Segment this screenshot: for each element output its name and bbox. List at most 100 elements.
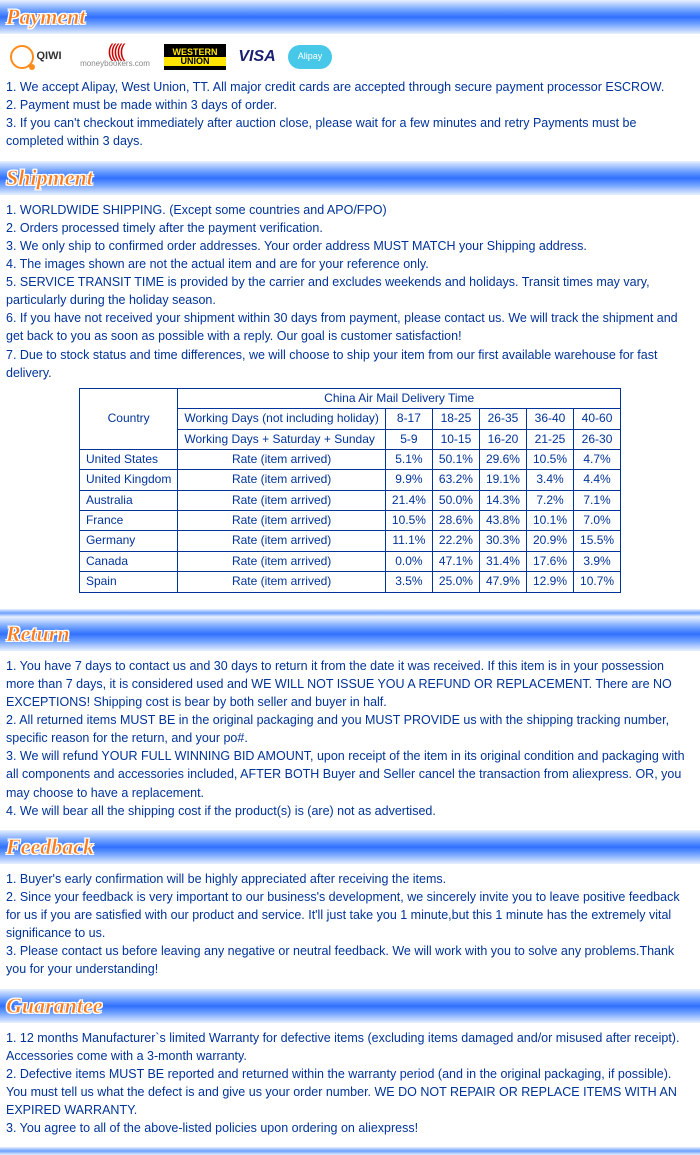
moneybookers-icon: (((((moneybookers.com [74, 44, 156, 70]
qiwi-icon: QIWI [6, 44, 66, 70]
range-cell: 26-35 [479, 409, 526, 429]
return-title: Return [6, 621, 70, 647]
payment-line: 2. Payment must be made within 3 days of… [6, 96, 694, 114]
payment-content: QIWI (((((moneybookers.com WESTERNUNION … [0, 34, 700, 161]
feedback-title: Feedback [6, 834, 94, 860]
alipay-icon: Alipay [288, 45, 332, 69]
payment-header: Payment [0, 0, 700, 34]
rate-cell: 63.2% [432, 470, 479, 490]
rate-label-cell: Rate (item arrived) [178, 490, 386, 510]
return-line: 3. We will refund YOUR FULL WINNING BID … [6, 747, 694, 801]
payment-logos: QIWI (((((moneybookers.com WESTERNUNION … [6, 40, 694, 78]
rate-cell: 22.2% [432, 531, 479, 551]
guarantee-content: 1. 12 months Manufacturer`s limited Warr… [0, 1023, 700, 1148]
range-cell: 8-17 [385, 409, 432, 429]
rate-cell: 4.4% [574, 470, 621, 490]
sat-range-cell: 26-30 [574, 429, 621, 449]
shipment-line: 5. SERVICE TRANSIT TIME is provided by t… [6, 273, 694, 309]
rate-cell: 10.1% [526, 511, 573, 531]
rate-cell: 10.5% [526, 449, 573, 469]
rate-cell: 30.3% [479, 531, 526, 551]
sat-range-cell: 21-25 [526, 429, 573, 449]
guarantee-line: 2. Defective items MUST BE reported and … [6, 1065, 694, 1119]
rate-cell: 28.6% [432, 511, 479, 531]
separator [0, 1147, 700, 1155]
working-days-label: Working Days (not including holiday) [178, 409, 386, 429]
feedback-header: Feedback [0, 830, 700, 864]
visa-icon: VISA [234, 45, 280, 69]
payment-line: 1. We accept Alipay, West Union, TT. All… [6, 78, 694, 96]
return-line: 1. You have 7 days to contact us and 30 … [6, 657, 694, 711]
rate-cell: 43.8% [479, 511, 526, 531]
rate-cell: 50.0% [432, 490, 479, 510]
guarantee-header: Guarantee [0, 989, 700, 1023]
country-cell: Australia [79, 490, 177, 510]
rate-cell: 0.0% [385, 551, 432, 571]
rate-label-cell: Rate (item arrived) [178, 449, 386, 469]
table-row: SpainRate (item arrived)3.5%25.0%47.9%12… [79, 572, 620, 592]
rate-cell: 47.1% [432, 551, 479, 571]
rate-cell: 12.9% [526, 572, 573, 592]
table-row: United KingdomRate (item arrived)9.9%63.… [79, 470, 620, 490]
country-cell: United Kingdom [79, 470, 177, 490]
country-cell: France [79, 511, 177, 531]
table-row: CanadaRate (item arrived)0.0%47.1%31.4%1… [79, 551, 620, 571]
rate-cell: 7.1% [574, 490, 621, 510]
rate-label-cell: Rate (item arrived) [178, 551, 386, 571]
rate-label-cell: Rate (item arrived) [178, 531, 386, 551]
delivery-time-table: CountryChina Air Mail Delivery Time Work… [79, 388, 621, 593]
return-line: 4. We will bear all the shipping cost if… [6, 802, 694, 820]
shipment-line: 1. WORLDWIDE SHIPPING. (Except some coun… [6, 201, 694, 219]
rate-cell: 21.4% [385, 490, 432, 510]
table-row: FranceRate (item arrived)10.5%28.6%43.8%… [79, 511, 620, 531]
working-sat-label: Working Days + Saturday + Sunday [178, 429, 386, 449]
country-header: Country [79, 388, 177, 449]
guarantee-line: 1. 12 months Manufacturer`s limited Warr… [6, 1029, 694, 1065]
rate-cell: 3.4% [526, 470, 573, 490]
shipment-line: 2. Orders processed timely after the pay… [6, 219, 694, 237]
country-cell: Spain [79, 572, 177, 592]
payment-title: Payment [6, 4, 85, 30]
feedback-content: 1. Buyer's early confirmation will be hi… [0, 864, 700, 989]
shipment-line: 3. We only ship to confirmed order addre… [6, 237, 694, 255]
table-row: AustraliaRate (item arrived)21.4%50.0%14… [79, 490, 620, 510]
rate-cell: 7.2% [526, 490, 573, 510]
rate-cell: 47.9% [479, 572, 526, 592]
table-row: GermanyRate (item arrived)11.1%22.2%30.3… [79, 531, 620, 551]
range-cell: 40-60 [574, 409, 621, 429]
sat-range-cell: 10-15 [432, 429, 479, 449]
payment-line: 3. If you can't checkout immediately aft… [6, 114, 694, 150]
shipment-line: 7. Due to stock status and time differen… [6, 346, 694, 382]
rate-cell: 20.9% [526, 531, 573, 551]
shipment-content: 1. WORLDWIDE SHIPPING. (Except some coun… [0, 195, 700, 609]
shipment-line: 4. The images shown are not the actual i… [6, 255, 694, 273]
guarantee-title: Guarantee [6, 993, 103, 1019]
rate-cell: 14.3% [479, 490, 526, 510]
sat-range-cell: 5-9 [385, 429, 432, 449]
guarantee-line: 3. You agree to all of the above-listed … [6, 1119, 694, 1137]
rate-cell: 25.0% [432, 572, 479, 592]
rate-cell: 4.7% [574, 449, 621, 469]
rate-cell: 3.5% [385, 572, 432, 592]
rate-cell: 7.0% [574, 511, 621, 531]
table-title: China Air Mail Delivery Time [178, 388, 621, 408]
feedback-line: 2. Since your feedback is very important… [6, 888, 694, 942]
rate-label-cell: Rate (item arrived) [178, 572, 386, 592]
range-cell: 36-40 [526, 409, 573, 429]
rate-cell: 29.6% [479, 449, 526, 469]
shipment-header: Shipment [0, 161, 700, 195]
rate-label-cell: Rate (item arrived) [178, 470, 386, 490]
rate-label-cell: Rate (item arrived) [178, 511, 386, 531]
feedback-line: 1. Buyer's early confirmation will be hi… [6, 870, 694, 888]
country-cell: United States [79, 449, 177, 469]
rate-cell: 15.5% [574, 531, 621, 551]
sat-range-cell: 16-20 [479, 429, 526, 449]
table-row: United StatesRate (item arrived)5.1%50.1… [79, 449, 620, 469]
rate-cell: 10.5% [385, 511, 432, 531]
feedback-line: 3. Please contact us before leaving any … [6, 942, 694, 978]
separator [0, 609, 700, 617]
return-content: 1. You have 7 days to contact us and 30 … [0, 651, 700, 830]
return-line: 2. All returned items MUST BE in the ori… [6, 711, 694, 747]
shipment-title: Shipment [6, 165, 93, 191]
rate-cell: 19.1% [479, 470, 526, 490]
